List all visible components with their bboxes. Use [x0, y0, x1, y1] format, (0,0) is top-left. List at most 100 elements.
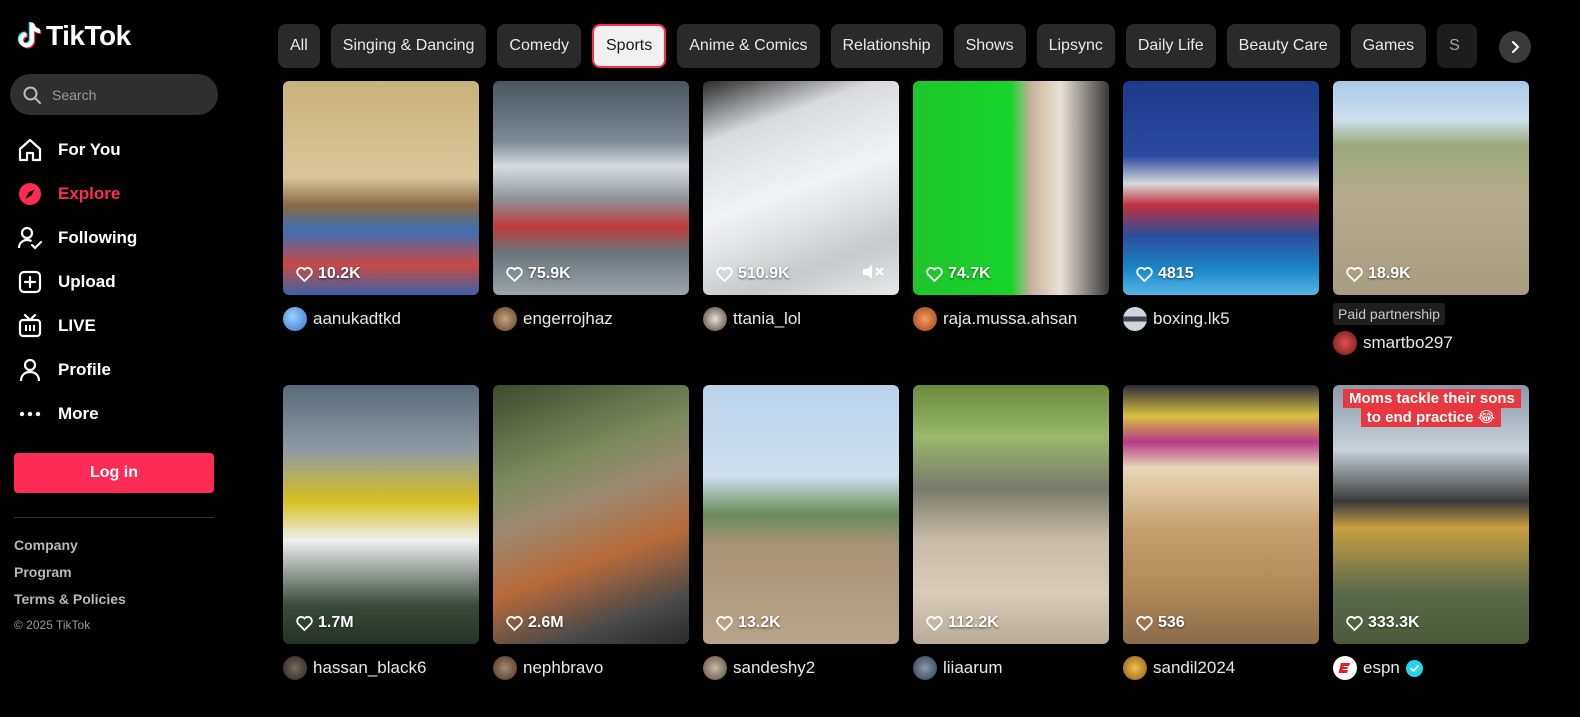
tab-beauty-care[interactable]: Beauty Care: [1226, 24, 1340, 68]
video-author[interactable]: aanukadtkd: [283, 307, 479, 331]
video-author[interactable]: nephbravo: [493, 656, 689, 680]
footer-link-program[interactable]: Program: [14, 562, 126, 589]
tiktok-logo[interactable]: TikTok: [16, 20, 131, 52]
more-dots-icon: [19, 411, 41, 417]
video-thumbnail[interactable]: 112.2K: [913, 385, 1109, 644]
tab-all[interactable]: All: [278, 24, 320, 68]
tab-singing-dancing[interactable]: Singing & Dancing: [330, 24, 487, 68]
like-count: 112.2K: [926, 614, 999, 632]
home-icon: [18, 138, 42, 162]
video-card[interactable]: 4815 boxing.lk5: [1123, 81, 1319, 331]
heart-icon: [296, 615, 313, 631]
nav-item-profile[interactable]: Profile: [16, 348, 137, 392]
nav-label: Upload: [58, 272, 116, 291]
search-input[interactable]: [52, 86, 202, 103]
tab-shows[interactable]: Shows: [953, 24, 1026, 68]
video-thumbnail[interactable]: 10.2K: [283, 81, 479, 295]
video-author[interactable]: liiaarum: [913, 656, 1109, 680]
video-thumbnail[interactable]: 75.9K: [493, 81, 689, 295]
heart-icon: [926, 615, 943, 631]
tiktok-note-icon: [17, 22, 42, 49]
video-card[interactable]: 2.6M nephbravo: [493, 385, 689, 680]
video-thumbnail[interactable]: Moms tackle their sons to end practice 😂…: [1333, 385, 1529, 644]
like-count: 510.9K: [716, 265, 790, 283]
avatar: [493, 307, 517, 331]
video-card[interactable]: 1.7M hassan_black6: [283, 385, 479, 680]
username: engerrojhaz: [523, 309, 613, 328]
video-author[interactable]: ttania_lol: [703, 307, 899, 331]
video-card[interactable]: 18.9K Paid partnership smartbo297: [1333, 81, 1529, 355]
footer-link-company[interactable]: Company: [14, 535, 126, 562]
tab-more-truncated[interactable]: S: [1437, 24, 1478, 68]
video-author[interactable]: raja.mussa.ahsan: [913, 307, 1109, 331]
like-count: 74.7K: [926, 265, 991, 283]
search-icon: [23, 86, 41, 104]
video-card[interactable]: 536 sandil2024: [1123, 385, 1319, 680]
nav-label: Profile: [58, 360, 111, 379]
video-thumbnail[interactable]: 13.2K: [703, 385, 899, 644]
nav-item-upload[interactable]: Upload: [16, 260, 137, 304]
avatar: [1333, 331, 1357, 355]
video-author[interactable]: engerrojhaz: [493, 307, 689, 331]
nav-item-for-you[interactable]: For You: [16, 128, 137, 172]
video-thumbnail[interactable]: 1.7M: [283, 385, 479, 644]
video-card[interactable]: 112.2K liiaarum: [913, 385, 1109, 680]
like-count: 4815: [1136, 265, 1194, 283]
tab-lipsync[interactable]: Lipsync: [1036, 24, 1115, 68]
video-card[interactable]: Moms tackle their sons to end practice 😂…: [1333, 385, 1529, 680]
video-thumbnail[interactable]: 18.9K: [1333, 81, 1529, 295]
nav-label: More: [58, 404, 99, 423]
video-card[interactable]: 10.2K aanukadtkd: [283, 81, 479, 331]
nav-item-more[interactable]: More: [16, 392, 137, 436]
video-thumbnail[interactable]: 4815: [1123, 81, 1319, 295]
nav-item-live[interactable]: LIVE: [16, 304, 137, 348]
chevron-right-icon: [1512, 41, 1520, 53]
footer-link-terms[interactable]: Terms & Policies: [14, 589, 126, 616]
avatar: [703, 307, 727, 331]
avatar: [913, 656, 937, 680]
tab-daily-life[interactable]: Daily Life: [1125, 24, 1216, 68]
tab-games[interactable]: Games: [1350, 24, 1427, 68]
video-card[interactable]: 75.9K engerrojhaz: [493, 81, 689, 331]
heart-icon: [506, 266, 523, 282]
tab-sports[interactable]: Sports: [592, 24, 667, 68]
heart-icon: [1346, 266, 1363, 282]
video-author[interactable]: sandil2024: [1123, 656, 1319, 680]
video-author[interactable]: espn: [1333, 656, 1529, 680]
video-author[interactable]: smartbo297: [1333, 331, 1529, 355]
sidebar: TikTok For You Explore Following Upload …: [0, 0, 234, 717]
video-author[interactable]: hassan_black6: [283, 656, 479, 680]
like-count: 1.7M: [296, 614, 354, 632]
next-row-peek: [283, 708, 1527, 717]
paid-partnership-label: Paid partnership: [1333, 303, 1445, 325]
username: ttania_lol: [733, 309, 802, 328]
video-thumbnail[interactable]: 510.9K: [703, 81, 899, 295]
nav-item-following[interactable]: Following: [16, 216, 137, 260]
avatar: [283, 307, 307, 331]
video-card[interactable]: 510.9K ttania_lol: [703, 81, 899, 331]
video-thumbnail[interactable]: 2.6M: [493, 385, 689, 644]
video-thumbnail[interactable]: 74.7K: [913, 81, 1109, 295]
video-card[interactable]: 13.2K sandeshy2: [703, 385, 899, 680]
video-caption-overlay: Moms tackle their sons to end practice 😂: [1343, 389, 1521, 427]
category-scroll-next-button[interactable]: [1499, 31, 1531, 63]
video-author[interactable]: sandeshy2: [703, 656, 899, 680]
muted-speaker-icon[interactable]: [861, 263, 887, 281]
video-thumbnail[interactable]: 536: [1123, 385, 1319, 644]
nav-item-explore[interactable]: Explore: [16, 172, 137, 216]
search-box[interactable]: [10, 74, 218, 115]
tab-comedy[interactable]: Comedy: [497, 24, 581, 68]
tab-relationship[interactable]: Relationship: [830, 24, 943, 68]
avatar: [493, 656, 517, 680]
heart-icon: [1136, 266, 1153, 282]
login-button[interactable]: Log in: [14, 453, 214, 493]
video-card[interactable]: 74.7K raja.mussa.ahsan: [913, 81, 1109, 331]
heart-icon: [926, 266, 943, 282]
like-count: 75.9K: [506, 265, 571, 283]
username: sandil2024: [1153, 658, 1236, 677]
video-author[interactable]: boxing.lk5: [1123, 307, 1319, 331]
tab-anime-comics[interactable]: Anime & Comics: [677, 24, 820, 68]
nav-label: For You: [58, 140, 121, 159]
main-nav: For You Explore Following Upload LIVE Pr…: [16, 128, 137, 436]
category-tabs: All Singing & Dancing Comedy Sports Anim…: [278, 24, 1528, 68]
